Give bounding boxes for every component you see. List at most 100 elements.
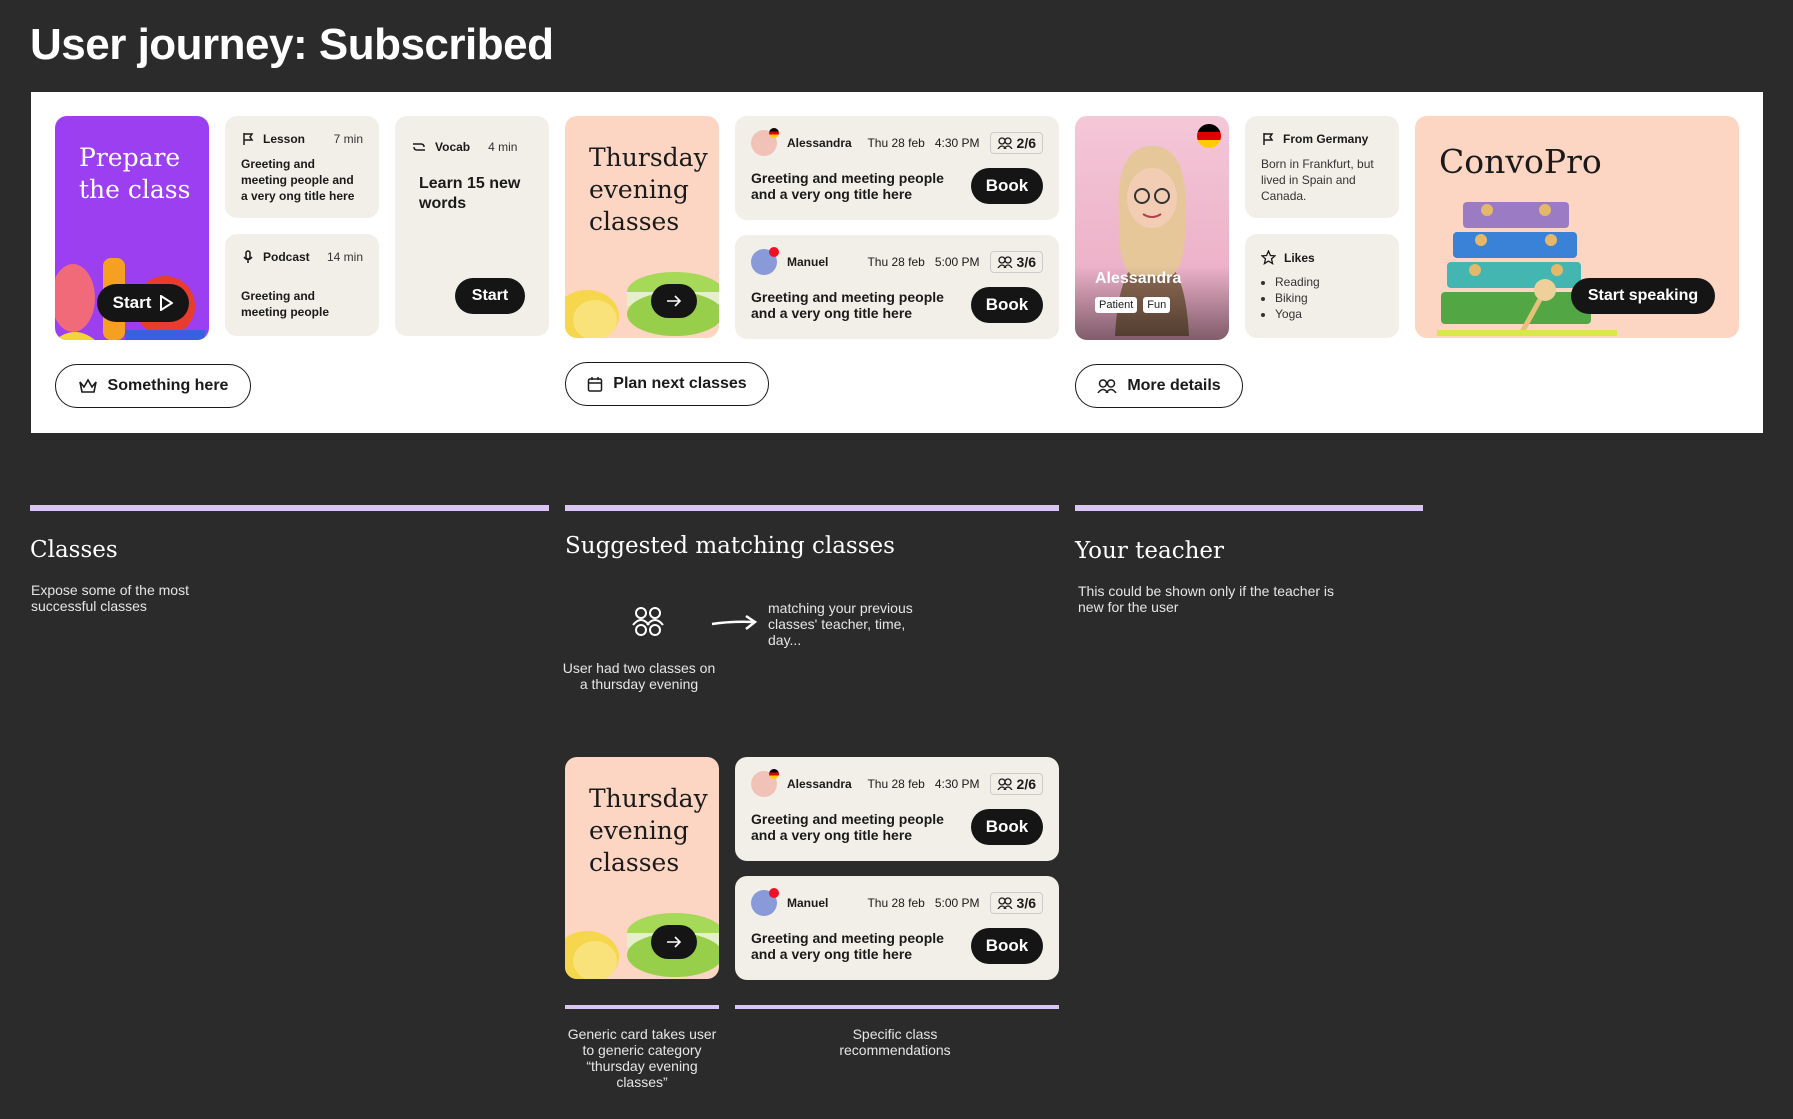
thursday-card-example[interactable]: Thursday evening classes [565, 757, 719, 979]
section-title-classes: Classes [30, 537, 118, 563]
prepare-start-button[interactable]: Start [97, 284, 189, 322]
class-date: Thu 28 feb [867, 896, 925, 910]
attendee-count: 2/6 [989, 773, 1043, 795]
teacher-photo-name: Alessandra [1095, 270, 1182, 287]
podcast-text: Greeting and meeting people [241, 289, 330, 319]
something-here-button[interactable]: Something here [55, 364, 251, 408]
avatar [751, 888, 779, 916]
book-button[interactable]: Book [971, 928, 1043, 964]
page-title: User journey: Subscribed [30, 20, 554, 69]
teacher-name: Manuel [787, 896, 829, 910]
thursday-title: Thursday evening classes [589, 143, 708, 236]
class-card-manuel-example[interactable]: Manuel Thu 28 feb 5:00 PM 3/6 Greeting a… [735, 876, 1059, 980]
like-item: Biking [1275, 290, 1320, 306]
thursday-title: Thursday evening classes [589, 784, 708, 877]
people-icon [996, 778, 1013, 790]
accent-bar-suggested [565, 505, 1059, 511]
play-icon [160, 295, 174, 311]
teacher-name: Manuel [787, 255, 829, 269]
plan-next-classes-button[interactable]: Plan next classes [565, 362, 769, 406]
suggested-right-note: matching your previous classes' teacher,… [768, 600, 913, 648]
caption-bar-generic [565, 1005, 719, 1009]
accent-bar-teacher [1075, 505, 1423, 511]
calendar-icon [588, 377, 603, 392]
arrow-right-icon [667, 936, 682, 948]
xylophone-illustration [1437, 202, 1617, 336]
convopro-title: ConvoPro [1439, 142, 1602, 181]
start-speaking-button[interactable]: Start speaking [1571, 278, 1715, 314]
class-time: 4:30 PM [934, 136, 980, 150]
class-card-alessandra-example[interactable]: Alessandra Thu 28 feb 4:30 PM 2/6 Greeti… [735, 757, 1059, 861]
class-card-manuel[interactable]: Manuel Thu 28 feb 5:00 PM 3/6 Greeting a… [735, 235, 1059, 339]
thursday-arrow-button[interactable] [651, 284, 697, 318]
teacher-tag: Fun [1143, 297, 1171, 313]
class-title: Greeting and meeting people and a very o… [751, 289, 944, 321]
origin-text: Born in Frankfurt, but lived in Spain an… [1261, 157, 1374, 203]
class-card-alessandra[interactable]: Alessandra Thu 28 feb 4:30 PM 2/6 Greeti… [735, 116, 1059, 220]
people-group-icon [632, 607, 664, 636]
attendee-count: 2/6 [989, 132, 1043, 154]
book-button[interactable]: Book [971, 287, 1043, 323]
section-title-suggested: Suggested matching classes [565, 533, 895, 559]
prepare-class-card[interactable]: Prepare the class Start [55, 116, 209, 340]
teacher-origin-card: From Germany Born in Frankfurt, but live… [1245, 116, 1399, 218]
germany-flag-icon [769, 128, 779, 138]
likes-label: Likes [1284, 250, 1315, 265]
caption-bar-specific [735, 1005, 1059, 1009]
podcast-label: Podcast [263, 250, 310, 264]
people-icon [996, 137, 1013, 149]
caption-specific: Specific class recommendations [839, 1026, 951, 1058]
swiss-flag-icon [769, 247, 779, 257]
accent-bar-classes [30, 505, 549, 511]
star-icon [1261, 250, 1276, 265]
vocab-label: Vocab [435, 140, 471, 154]
lesson-text: Greeting and meeting people and a very o… [241, 157, 355, 203]
class-time: 5:00 PM [934, 896, 980, 910]
prepare-class-title: Prepare the class [79, 143, 191, 204]
class-title: Greeting and meeting people and a very o… [751, 170, 944, 202]
section-title-teacher: Your teacher [1075, 538, 1225, 564]
likes-list: Reading Biking Yoga [1275, 274, 1320, 322]
like-item: Reading [1275, 274, 1320, 290]
suggested-left-note: User had two classes on a thursday eveni… [562, 660, 716, 692]
people-icon [1097, 379, 1117, 393]
thursday-arrow-button[interactable] [651, 925, 697, 959]
book-button[interactable]: Book [971, 809, 1043, 845]
arrow-right-icon [711, 614, 758, 630]
avatar [751, 769, 779, 797]
teacher-name: Alessandra [787, 777, 852, 791]
vocab-start-button[interactable]: Start [455, 278, 525, 314]
teacher-photo-card[interactable]: Alessandra Patient Fun [1075, 116, 1229, 340]
attendee-count: 3/6 [989, 892, 1043, 914]
vocab-text: Learn 15 new words [419, 175, 521, 212]
macaron-illustration [565, 272, 719, 338]
book-button[interactable]: Book [971, 168, 1043, 204]
vocab-card[interactable]: Vocab 4 min Learn 15 new words Start [395, 116, 549, 336]
people-icon [996, 897, 1013, 909]
teacher-likes-card: Likes Reading Biking Yoga [1245, 234, 1399, 338]
section-desc-teacher: This could be shown only if the teacher … [1078, 583, 1335, 615]
avatar [751, 128, 779, 156]
class-date: Thu 28 feb [867, 255, 925, 269]
journey-board: Prepare the class Start Lesson 7 min Gre… [31, 92, 1763, 433]
people-icon [996, 256, 1013, 268]
caption-generic: Generic card takes user to generic categ… [567, 1026, 717, 1090]
thursday-card[interactable]: Thursday evening classes [565, 116, 719, 338]
teacher-tag: Patient [1095, 297, 1138, 313]
podcast-card[interactable]: Podcast 14 min Greeting and meeting peop… [225, 234, 379, 336]
swiss-flag-icon [769, 888, 779, 898]
flag-icon [1263, 133, 1274, 145]
origin-label: From Germany [1283, 132, 1369, 146]
class-time: 5:00 PM [934, 255, 980, 269]
lesson-card[interactable]: Lesson 7 min Greeting and meeting people… [225, 116, 379, 218]
more-details-button[interactable]: More details [1075, 364, 1243, 408]
attendee-count: 3/6 [989, 251, 1043, 273]
lesson-duration: 7 min [333, 132, 363, 146]
class-date: Thu 28 feb [867, 777, 925, 791]
vocab-icon [413, 143, 425, 151]
microphone-icon [243, 250, 253, 263]
convopro-card[interactable]: ConvoPro Start speaking [1415, 116, 1739, 338]
class-title: Greeting and meeting people and a very o… [751, 811, 944, 843]
class-date: Thu 28 feb [867, 136, 925, 150]
avatar [751, 247, 779, 275]
